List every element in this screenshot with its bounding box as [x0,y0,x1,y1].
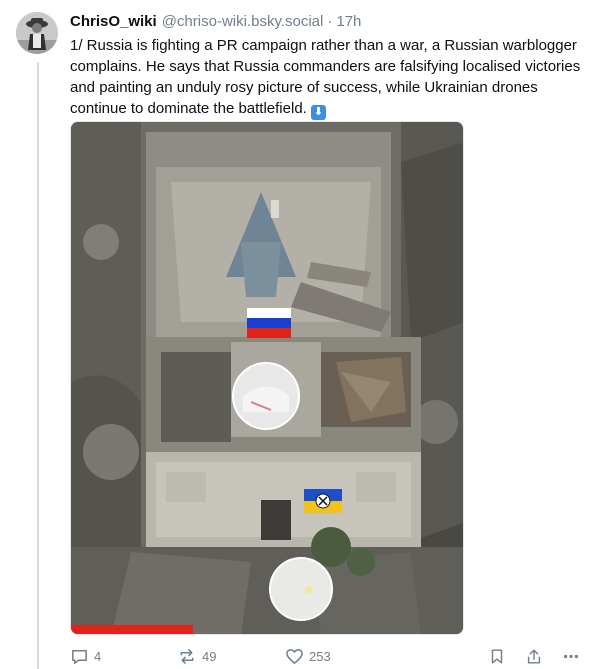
target-circle-icon [269,557,333,621]
post-video[interactable] [70,121,464,635]
video-progress-bar[interactable] [71,625,194,635]
avatar[interactable] [16,12,58,54]
display-name[interactable]: ChrisO_wiki [70,12,157,32]
post[interactable]: ChrisO_wiki @chriso-wiki.bsky.social · 1… [0,0,600,669]
like-button[interactable]: 253 [285,645,331,667]
repost-count: 49 [202,648,217,664]
post-text: 1/ Russia is fighting a PR campaign rath… [70,35,585,120]
reply-button[interactable]: 4 [70,645,101,667]
heart-icon [286,648,303,664]
bookmark-button[interactable] [488,645,506,667]
down-arrow-emoji-icon: ⬇ [311,105,327,120]
post-timestamp[interactable]: 17h [336,12,361,32]
repost-button[interactable]: 49 [177,645,216,667]
reply-icon [72,649,87,664]
more-options-button[interactable] [562,645,580,667]
thread-line [37,62,39,669]
separator-dot: · [327,13,333,30]
more-dots-icon [563,654,579,658]
russian-flag-icon [247,308,291,338]
drone-video-frame [71,122,463,635]
bookmark-icon [491,648,503,664]
like-count: 253 [309,648,331,664]
share-icon [527,648,541,664]
author-handle[interactable]: @chriso-wiki.bsky.social [162,12,324,32]
post-header: ChrisO_wiki @chriso-wiki.bsky.social · 1… [70,12,361,32]
flag-icon [304,489,342,513]
action-bar: 4 49 253 [70,645,585,667]
reply-count: 4 [94,648,102,664]
repost-icon [180,648,194,664]
share-button[interactable] [525,645,543,667]
